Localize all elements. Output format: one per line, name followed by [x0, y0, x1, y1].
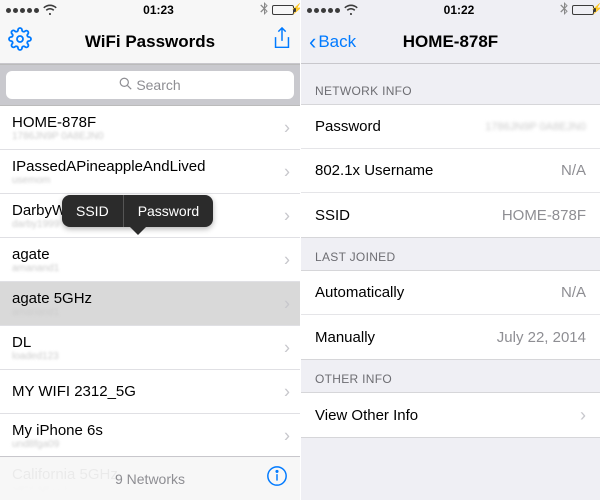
status-bar: 01:23 ⚡ [0, 0, 300, 20]
wifi-row-ssid: IPassedAPineappleAndLived [12, 158, 288, 175]
detail-label: SSID [315, 207, 350, 224]
section-last-joined: Automatically N/A Manually July 22, 2014 [301, 270, 600, 360]
wifi-row[interactable]: My iPhone 6sund8fga09› [0, 414, 300, 458]
status-bar: 01:22 ⚡ [301, 0, 600, 20]
section-header-other-info: OTHER INFO [301, 360, 600, 392]
screen-wifi-list: 01:23 ⚡ WiFi Passwords Search HO [0, 0, 300, 500]
back-button[interactable]: ‹ Back [309, 31, 356, 53]
detail-value: 1786JN9P 0A8EJN0 [485, 121, 586, 133]
popover-password-button[interactable]: Password [124, 195, 213, 227]
signal-dots-icon [6, 8, 39, 13]
share-button[interactable] [272, 27, 292, 56]
section-network-info: Password 1786JN9P 0A8EJN0 802.1x Username N… [301, 104, 600, 238]
chevron-right-icon: › [284, 249, 290, 270]
footer: 9 Networks [0, 456, 300, 500]
search-icon [119, 77, 132, 93]
detail-row: Automatically N/A [301, 271, 600, 315]
search-bar: Search [0, 64, 300, 106]
chevron-left-icon: ‹ [309, 31, 316, 53]
wifi-row-ssid: agate 5GHz [12, 290, 288, 307]
detail-row: SSID HOME-878F [301, 193, 600, 237]
detail-value: N/A [561, 284, 586, 301]
wifi-row-sub: amanand1 [12, 307, 288, 318]
chevron-right-icon: › [284, 337, 290, 358]
search-input[interactable]: Search [6, 71, 294, 99]
detail-label: Manually [315, 329, 375, 346]
section-header-network-info: NETWORK INFO [301, 72, 600, 104]
bluetooth-icon [560, 2, 568, 18]
wifi-row[interactable]: agateamanand1› [0, 238, 300, 282]
detail-value: July 22, 2014 [497, 329, 586, 346]
battery-icon: ⚡ [572, 5, 594, 15]
chevron-right-icon: › [284, 205, 290, 226]
detail-value: N/A [561, 162, 586, 179]
wifi-row[interactable]: HOME-878F1786JN9P 0A8EJN0› [0, 106, 300, 150]
wifi-row[interactable]: MY WIFI 2312_5G› [0, 370, 300, 414]
wifi-row[interactable]: IPassedAPineappleAndLivedusemom› [0, 150, 300, 194]
detail-label: Automatically [315, 284, 404, 301]
copy-popover: SSID Password [62, 195, 213, 227]
screen-network-detail: 01:22 ⚡ ‹ Back HOME-878F NETWORK INFO Pa… [300, 0, 600, 500]
detail-label: 802.1x Username [315, 162, 433, 179]
nav-bar: WiFi Passwords [0, 20, 300, 64]
wifi-row-sub: 1786JN9P 0A8EJN0 [12, 131, 288, 142]
popover-ssid-button[interactable]: SSID [62, 195, 124, 227]
section-header-last-joined: LAST JOINED [301, 238, 600, 270]
signal-dots-icon [307, 8, 340, 13]
wifi-icon [43, 3, 57, 18]
wifi-row-sub: und8fga09 [12, 439, 288, 450]
detail-row: Manually July 22, 2014 [301, 315, 600, 359]
wifi-row-sub: loaded123 [12, 351, 288, 362]
battery-icon: ⚡ [272, 5, 294, 15]
wifi-row-ssid: MY WIFI 2312_5G [12, 383, 288, 400]
back-label: Back [318, 32, 356, 52]
section-other-info: View Other Info › [301, 392, 600, 438]
status-time: 01:23 [143, 3, 174, 17]
wifi-icon [344, 3, 358, 18]
wifi-row-ssid: HOME-878F [12, 114, 288, 131]
wifi-list: HOME-878F1786JN9P 0A8EJN0›IPassedAPineap… [0, 106, 300, 500]
wifi-row-sub: amanand1 [12, 263, 288, 274]
detail-label: View Other Info [315, 407, 418, 424]
info-button[interactable] [266, 465, 288, 492]
wifi-row[interactable]: DLloaded123› [0, 326, 300, 370]
chevron-right-icon: › [284, 161, 290, 182]
search-placeholder: Search [136, 77, 180, 93]
wifi-row-ssid: agate [12, 246, 288, 263]
network-count: 9 Networks [34, 471, 266, 487]
detail-label: Password [315, 118, 381, 135]
detail-row: Password 1786JN9P 0A8EJN0 [301, 105, 600, 149]
nav-bar: ‹ Back HOME-878F [301, 20, 600, 64]
wifi-row-sub: usemom [12, 175, 288, 186]
wifi-row[interactable]: agate 5GHzamanand1› [0, 282, 300, 326]
chevron-right-icon: › [284, 293, 290, 314]
bluetooth-icon [260, 2, 268, 18]
settings-button[interactable] [8, 27, 32, 56]
wifi-row-ssid: DL [12, 334, 288, 351]
detail-value: HOME-878F [502, 207, 586, 224]
chevron-right-icon: › [284, 425, 290, 446]
chevron-right-icon: › [580, 405, 586, 426]
detail-row[interactable]: View Other Info › [301, 393, 600, 437]
wifi-row-ssid: My iPhone 6s [12, 422, 288, 439]
status-time: 01:22 [444, 3, 475, 17]
chevron-right-icon: › [284, 117, 290, 138]
detail-row: 802.1x Username N/A [301, 149, 600, 193]
chevron-right-icon: › [284, 381, 290, 402]
